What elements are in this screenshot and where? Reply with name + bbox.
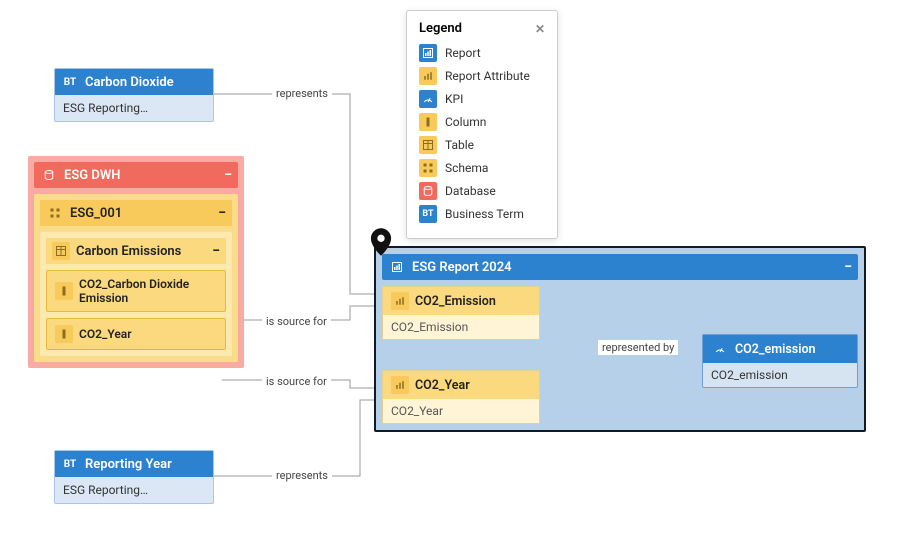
kpi-co2-emission[interactable]: CO2_emission CO2_emission — [702, 334, 858, 388]
node-title: ESG DWH — [64, 168, 120, 183]
table-icon — [419, 136, 437, 154]
schema-icon — [419, 159, 437, 177]
collapse-button[interactable]: − — [218, 205, 226, 221]
legend-row-column: Column — [419, 113, 545, 131]
edge-label: represents — [272, 86, 332, 101]
node-subtitle: ESG Reporting… — [55, 477, 213, 503]
node-title: CO2_Year — [79, 327, 132, 341]
legend-title: Legend — [419, 21, 462, 36]
report-attribute-icon — [419, 67, 437, 85]
table-carbon-emissions[interactable]: Carbon Emissions − CO2_Carbon Dioxide Em… — [40, 232, 232, 356]
business-term-icon: BT — [61, 73, 79, 91]
report-attribute-co2-emission[interactable]: CO2_Emission CO2_Emission — [382, 286, 540, 340]
legend-row-table: Table — [419, 136, 545, 154]
legend-row-report-attribute: Report Attribute — [419, 67, 545, 85]
node-title: CO2_Emission — [415, 294, 496, 309]
pin-marker-icon — [370, 228, 392, 256]
report-attribute-icon — [391, 292, 409, 310]
column-co2-year[interactable]: CO2_Year — [46, 318, 226, 350]
node-subtitle: CO2_emission — [703, 363, 857, 387]
node-title: CO2_Year — [415, 378, 470, 393]
collapse-button[interactable]: − — [844, 259, 852, 275]
business-term-icon: BT — [61, 455, 79, 473]
edge-label: is source for — [262, 314, 331, 329]
schema-icon — [46, 204, 64, 222]
column-co2-carbon-dioxide-emission[interactable]: CO2_Carbon Dioxide Emission — [46, 270, 226, 312]
close-icon[interactable]: ✕ — [535, 22, 545, 36]
table-icon — [52, 242, 70, 260]
node-title: Carbon Dioxide — [85, 75, 174, 90]
column-icon — [419, 113, 437, 131]
kpi-icon — [711, 340, 729, 358]
node-title: CO2_emission — [735, 342, 816, 357]
database-icon — [40, 166, 58, 184]
node-subtitle: ESG Reporting… — [55, 95, 213, 121]
collapse-button[interactable]: − — [224, 167, 232, 183]
database-esg-dwh[interactable]: ESG DWH − ESG_001 − Carbon Emissions − — [28, 156, 244, 368]
node-title: ESG_001 — [70, 206, 122, 221]
diagram-canvas[interactable]: BT Carbon Dioxide ESG Reporting… ESG DWH… — [0, 0, 908, 558]
legend-row-schema: Schema — [419, 159, 545, 177]
column-icon — [55, 325, 73, 343]
node-title: Reporting Year — [85, 457, 172, 472]
report-attribute-icon — [391, 376, 409, 394]
node-title: ESG Report 2024 — [412, 260, 512, 275]
report-icon — [388, 258, 406, 276]
edge-label: represented by — [598, 340, 678, 355]
node-subtitle: CO2_Year — [383, 399, 539, 423]
node-title: Carbon Emissions — [76, 244, 181, 259]
business-term-reporting-year[interactable]: BT Reporting Year ESG Reporting… — [54, 450, 214, 504]
edge-label: is source for — [262, 374, 331, 389]
legend-row-kpi: KPI — [419, 90, 545, 108]
edge-label: represents — [272, 468, 332, 483]
legend-row-report: Report — [419, 44, 545, 62]
node-subtitle: CO2_Emission — [383, 315, 539, 339]
report-icon — [419, 44, 437, 62]
legend-row-business-term: BT Business Term — [419, 205, 545, 223]
database-icon — [419, 182, 437, 200]
schema-esg-001[interactable]: ESG_001 − Carbon Emissions − CO2_Carbon … — [34, 194, 238, 362]
legend-row-database: Database — [419, 182, 545, 200]
business-term-icon: BT — [419, 205, 437, 223]
node-title: CO2_Carbon Dioxide Emission — [79, 277, 217, 305]
column-icon — [55, 282, 73, 300]
report-esg-report-2024[interactable]: ESG Report 2024 − CO2_Emission CO2_Emiss… — [374, 246, 866, 432]
legend-panel[interactable]: Legend ✕ Report Report Attribute KPI Col… — [406, 10, 558, 239]
collapse-button[interactable]: − — [212, 243, 220, 259]
report-attribute-co2-year[interactable]: CO2_Year CO2_Year — [382, 370, 540, 424]
business-term-carbon-dioxide[interactable]: BT Carbon Dioxide ESG Reporting… — [54, 68, 214, 122]
kpi-icon — [419, 90, 437, 108]
